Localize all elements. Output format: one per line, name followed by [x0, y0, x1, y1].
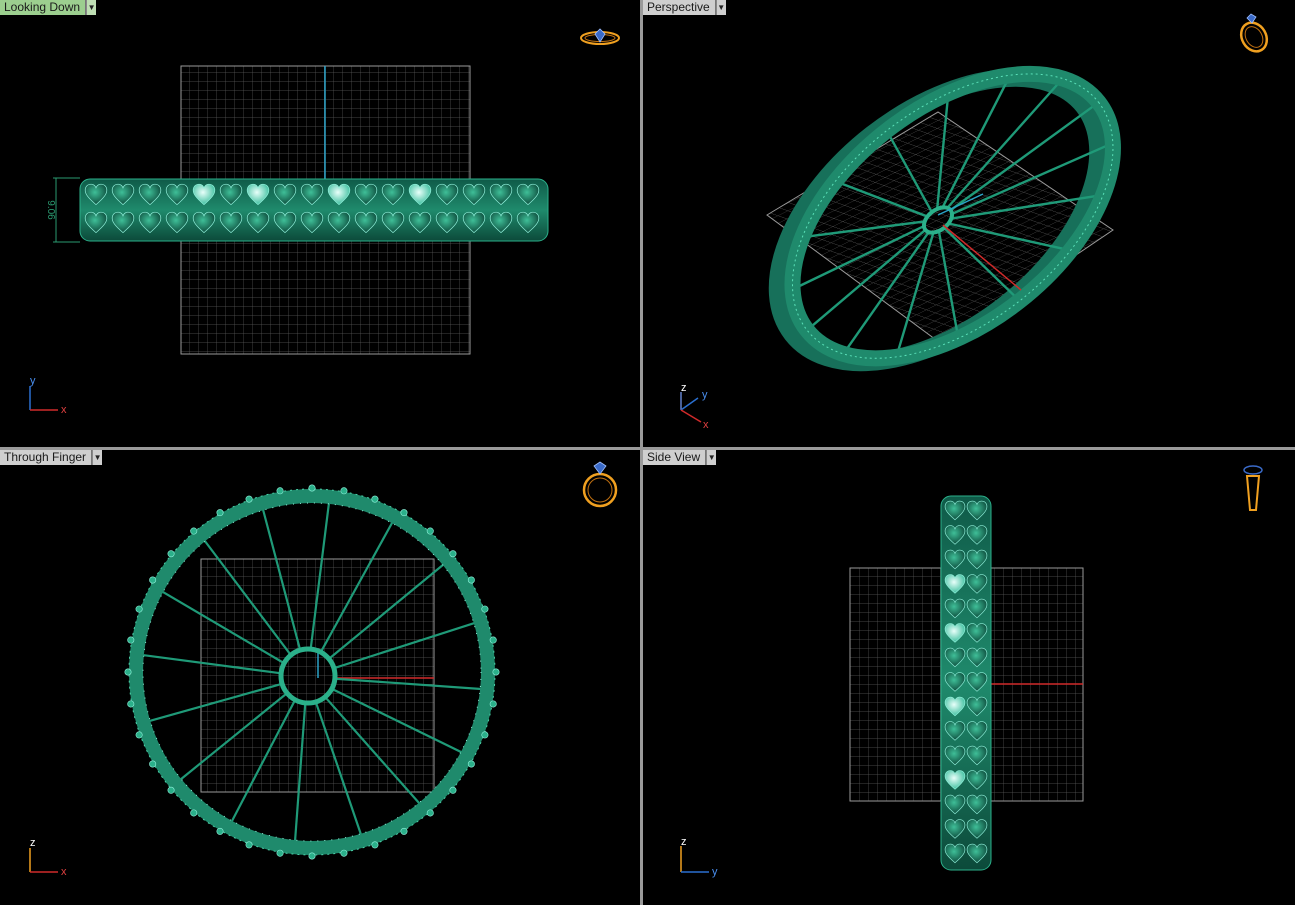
- svg-text:x: x: [703, 419, 709, 431]
- viewport-label-looking-down[interactable]: Looking Down ▼: [0, 0, 97, 15]
- dropdown-arrow-icon[interactable]: ▼: [92, 450, 103, 465]
- dimension-label: 9.06: [45, 200, 56, 220]
- dropdown-arrow-icon[interactable]: ▼: [706, 450, 717, 465]
- ring-orientation-icon[interactable]: [1235, 12, 1275, 56]
- dropdown-arrow-icon[interactable]: ▼: [86, 0, 97, 15]
- ring-orientation-icon[interactable]: [580, 460, 620, 510]
- viewport-title: Looking Down: [0, 0, 87, 15]
- viewport-perspective[interactable]: Perspective ▼ z y x: [643, 0, 1295, 447]
- viewport-looking-down[interactable]: Looking Down ▼ 9.06 y x: [0, 0, 640, 447]
- svg-text:x: x: [61, 866, 67, 878]
- svg-text:z: z: [681, 836, 687, 848]
- axis-gizmo-icon: z x: [29, 837, 67, 878]
- ring-orientation-icon[interactable]: [1241, 460, 1265, 512]
- svg-text:x: x: [61, 404, 67, 416]
- axis-gizmo-icon: z y x: [680, 382, 709, 431]
- axis-gizmo-icon: z y: [680, 836, 718, 878]
- svg-text:y: y: [702, 389, 708, 401]
- svg-text:z: z: [681, 382, 687, 394]
- viewport-title: Side View: [643, 450, 707, 465]
- dropdown-arrow-icon[interactable]: ▼: [715, 0, 726, 15]
- viewport-canvas[interactable]: 9.06 y x: [0, 0, 640, 447]
- svg-text:y: y: [712, 866, 718, 878]
- viewport-label-side-view[interactable]: Side View ▼: [643, 450, 717, 465]
- viewport-canvas[interactable]: z x: [0, 450, 640, 905]
- viewport-label-perspective[interactable]: Perspective ▼: [643, 0, 726, 15]
- viewport-side-view[interactable]: Side View ▼ z y: [643, 450, 1295, 905]
- viewport-through-finger[interactable]: Through Finger ▼ z x: [0, 450, 640, 905]
- viewport-label-through-finger[interactable]: Through Finger ▼: [0, 450, 103, 465]
- svg-text:z: z: [30, 837, 36, 849]
- viewport-title: Through Finger: [0, 450, 93, 465]
- svg-text:y: y: [30, 375, 36, 387]
- ring-orientation-icon[interactable]: [578, 26, 622, 50]
- viewport-canvas[interactable]: z y: [643, 450, 1295, 905]
- axis-gizmo-icon: y x: [29, 375, 67, 416]
- viewport-canvas[interactable]: z y x: [643, 0, 1295, 447]
- viewport-title: Perspective: [643, 0, 716, 15]
